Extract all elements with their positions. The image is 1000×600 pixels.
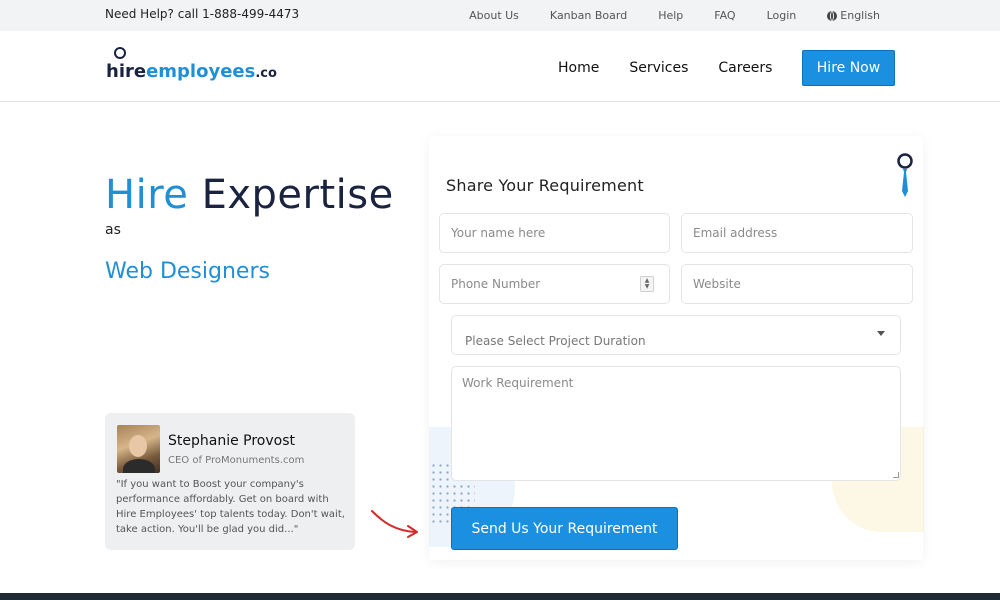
hero-title-word-expertise: Expertise <box>201 172 394 218</box>
nav-home[interactable]: Home <box>558 60 599 76</box>
site-logo[interactable]: hire employees .co <box>106 61 277 82</box>
main-nav: Home Services Careers <box>558 60 772 76</box>
hero-role: Web Designers <box>105 259 270 284</box>
website-input[interactable] <box>681 264 913 304</box>
testimonial-role: CEO of ProMonuments.com <box>168 455 305 466</box>
project-duration-select[interactable]: Please Select Project Duration <box>451 315 901 355</box>
phone-stepper[interactable]: ▲ ▼ <box>640 276 654 292</box>
help-phone-text: Need Help? call 1-888-499-4473 <box>105 7 300 21</box>
footer-strip <box>0 593 1000 600</box>
project-duration-value: Please Select Project Duration <box>465 334 646 348</box>
logo-magnifier-icon <box>114 47 126 59</box>
top-link-help[interactable]: Help <box>658 9 683 22</box>
globe-icon <box>827 10 838 21</box>
main-header: hire employees .co Home Services Careers… <box>0 31 1000 102</box>
nav-careers[interactable]: Careers <box>718 60 772 76</box>
tie-icon <box>897 153 913 197</box>
nav-services[interactable]: Services <box>629 60 688 76</box>
resize-grip-icon[interactable] <box>893 472 899 478</box>
top-link-kanban-board[interactable]: Kanban Board <box>550 9 627 22</box>
language-label: English <box>840 9 880 22</box>
hero-as-text: as <box>105 222 121 238</box>
logo-part-co: .co <box>255 66 277 81</box>
work-requirement-textarea[interactable] <box>451 366 901 481</box>
top-link-login[interactable]: Login <box>767 9 797 22</box>
logo-part-hire: hire <box>106 61 147 82</box>
top-link-faq[interactable]: FAQ <box>714 9 735 22</box>
testimonial-card: Stephanie Provost CEO of ProMonuments.co… <box>105 413 355 550</box>
curved-arrow-icon <box>371 510 418 538</box>
top-links: About Us Kanban Board Help FAQ Login Eng… <box>469 9 880 22</box>
testimonial-quote: "If you want to Boost your company's per… <box>116 479 345 535</box>
stepper-down-icon[interactable]: ▼ <box>645 284 650 290</box>
hero-title-word-hire: Hire <box>105 172 189 218</box>
name-input[interactable] <box>439 213 670 253</box>
testimonial-name: Stephanie Provost <box>168 433 295 449</box>
hero-title: Hire Expertise <box>105 172 394 218</box>
top-link-about-us[interactable]: About Us <box>469 9 519 22</box>
send-requirement-button[interactable]: Send Us Your Requirement <box>451 507 678 550</box>
avatar <box>117 425 160 473</box>
form-title: Share Your Requirement <box>446 176 644 195</box>
language-selector[interactable]: English <box>827 9 880 22</box>
phone-input[interactable] <box>439 264 670 304</box>
logo-part-employees: employees <box>146 61 256 82</box>
email-input[interactable] <box>681 213 913 253</box>
hire-now-button[interactable]: Hire Now <box>802 50 895 86</box>
top-bar: Need Help? call 1-888-499-4473 About Us … <box>0 0 1000 31</box>
caret-down-icon <box>877 331 885 336</box>
